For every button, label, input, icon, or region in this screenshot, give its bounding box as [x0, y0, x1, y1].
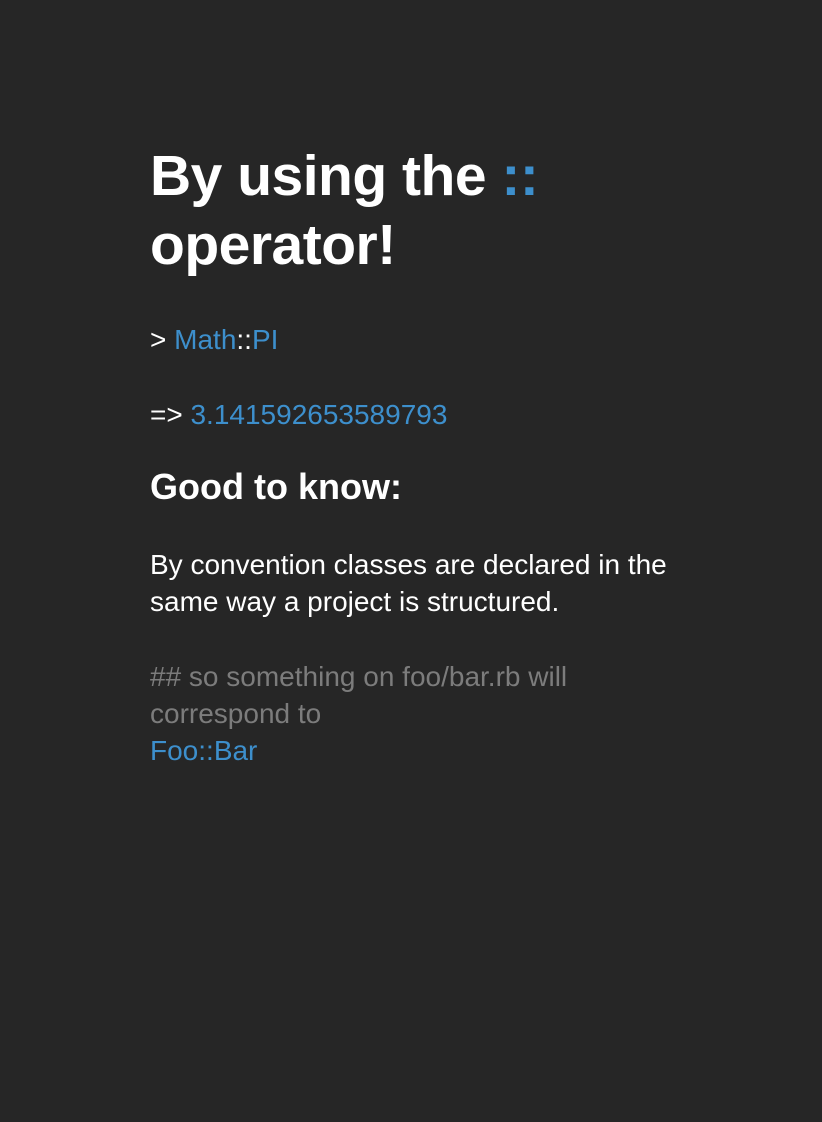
title-suffix: operator! [150, 213, 396, 277]
code-prompt: > [150, 324, 167, 355]
code-comment: ## so something on foo/bar.rb will corre… [150, 661, 568, 729]
code-result: 3.141592653589793 [190, 399, 448, 430]
code-arrow: => [150, 399, 183, 430]
good-to-know-heading: Good to know: [150, 466, 402, 507]
example-module: Foo [150, 735, 199, 766]
code-output-line: => 3.141592653589793 [150, 398, 447, 432]
title-operator: :: [501, 144, 539, 208]
example-operator: :: [198, 735, 214, 766]
example-class: Bar [213, 735, 258, 766]
convention-text: By convention classes are declared in th… [150, 549, 667, 617]
title-prefix: By using the [150, 144, 487, 208]
code-example-line: Foo::Bar [150, 734, 257, 768]
code-operator: :: [236, 324, 252, 355]
code-input-line: > Math::PI [150, 323, 278, 357]
code-constant: PI [251, 324, 279, 355]
code-receiver: Math [174, 324, 237, 355]
slide-title: By using the :: operator! [150, 142, 539, 280]
